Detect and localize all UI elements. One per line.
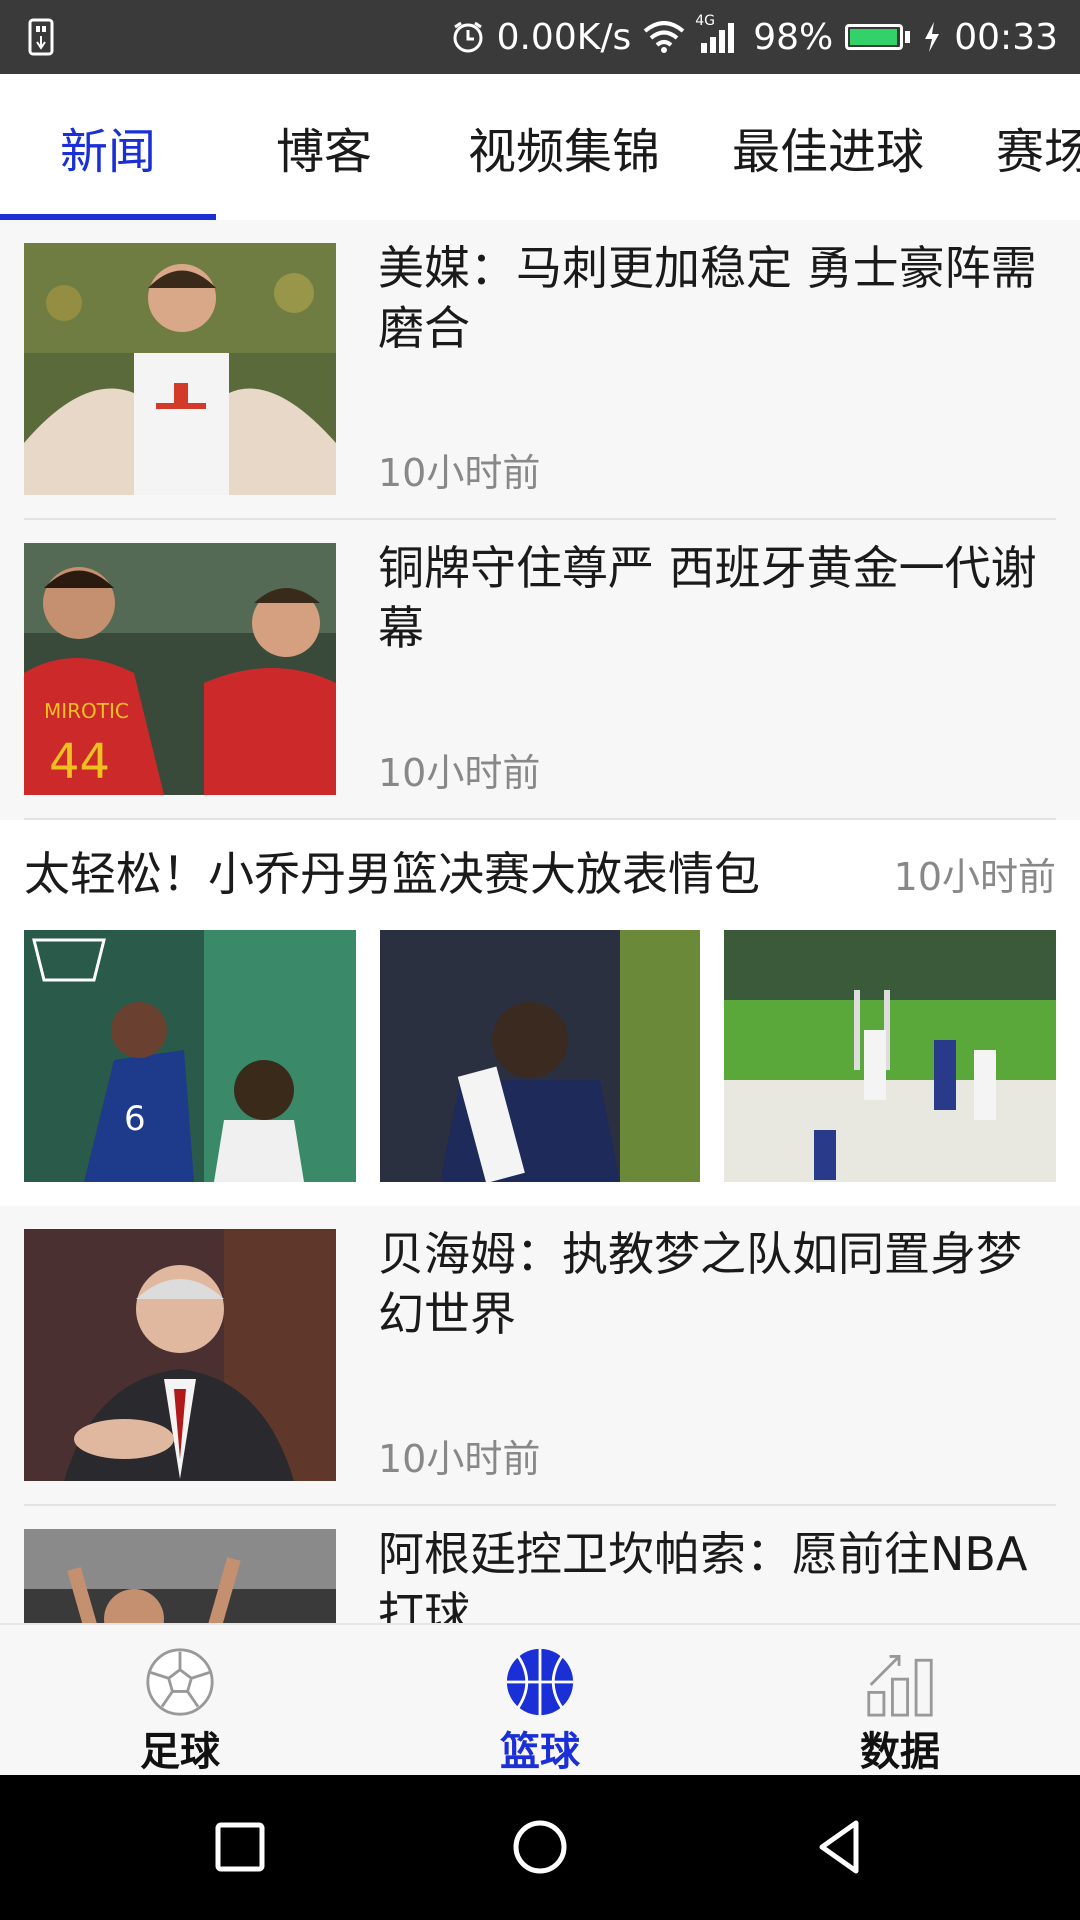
tab-best-goals[interactable]: 最佳进球 (732, 74, 924, 220)
svg-text:44: 44 (49, 734, 110, 790)
battery-percent: 98% (753, 16, 834, 58)
news-thumbnail: MIROTIC 44 (24, 543, 336, 795)
news-item[interactable]: 贝海姆：执教梦之队如同置身梦幻世界 10小时前 (0, 1206, 1080, 1506)
network-type: 4G (695, 13, 715, 29)
usb-icon (28, 18, 54, 56)
home-button[interactable] (508, 1815, 572, 1879)
nav-football[interactable]: 足球 (0, 1625, 360, 1777)
news-time: 10小时前 (378, 1437, 541, 1481)
news-title[interactable]: 贝海姆：执教梦之队如同置身梦幻世界 (378, 1224, 1060, 1344)
news-thumbnail (24, 1529, 336, 1623)
tab-news[interactable]: 新闻 (60, 74, 156, 220)
gallery-image[interactable] (724, 930, 1056, 1182)
battery-icon (845, 24, 911, 50)
news-title[interactable]: 美媒：马刺更加稳定 勇士豪阵需磨合 (378, 238, 1060, 358)
network-speed: 0.00K/s (496, 16, 632, 58)
nav-data[interactable]: 数据 (720, 1625, 1080, 1777)
clock: 00:33 (954, 16, 1058, 58)
tab-arena[interactable]: 赛场 (996, 74, 1080, 220)
news-item[interactable]: 阿根廷控卫坎帕索：愿前往NBA打球 (0, 1506, 1080, 1623)
category-tabs: 新闻 博客 视频集锦 最佳进球 赛场 (0, 74, 1080, 222)
basketball-icon (506, 1648, 574, 1716)
signal-icon: 4G (695, 13, 741, 55)
status-bar: 0.00K/s 4G 98% 00:33 (0, 0, 1080, 74)
nav-label: 足球 (140, 1729, 220, 1775)
news-time: 10小时前 (378, 751, 541, 795)
back-button[interactable] (808, 1815, 872, 1879)
alarm-icon (451, 20, 485, 54)
news-feed[interactable]: 美媒：马刺更加稳定 勇士豪阵需磨合 10小时前 MIROTIC 44 铜牌守住尊… (0, 220, 1080, 1623)
gallery-image[interactable] (380, 930, 700, 1182)
recent-apps-button[interactable] (208, 1815, 272, 1879)
svg-text:MIROTIC: MIROTIC (44, 699, 129, 723)
news-item[interactable]: MIROTIC 44 铜牌守住尊严 西班牙黄金一代谢幕 10小时前 (0, 520, 1080, 820)
bottom-navigation: 足球 篮球 数据 (0, 1623, 1080, 1777)
wifi-icon (643, 21, 685, 53)
gallery-title[interactable]: 太轻松！小乔丹男篮决赛大放表情包 (24, 838, 760, 904)
tab-video-highlights[interactable]: 视频集锦 (468, 74, 660, 220)
news-thumbnail (24, 243, 336, 495)
gallery-news-item[interactable]: 太轻松！小乔丹男篮决赛大放表情包 10小时前 6 (0, 820, 1080, 1206)
svg-text:6: 6 (124, 1099, 146, 1139)
news-title[interactable]: 铜牌守住尊严 西班牙黄金一代谢幕 (378, 538, 1060, 658)
charging-icon (922, 20, 942, 54)
system-navigation-bar (0, 1775, 1080, 1920)
gallery-image[interactable]: 6 (24, 930, 356, 1182)
nav-label: 篮球 (500, 1729, 580, 1775)
nav-basketball[interactable]: 篮球 (360, 1625, 720, 1777)
battery-fill (850, 29, 898, 45)
news-title[interactable]: 阿根廷控卫坎帕索：愿前往NBA打球 (378, 1524, 1060, 1623)
news-thumbnail (24, 1229, 336, 1481)
news-item[interactable]: 美媒：马刺更加稳定 勇士豪阵需磨合 10小时前 (0, 220, 1080, 520)
tab-blog[interactable]: 博客 (276, 74, 372, 220)
nav-label: 数据 (860, 1729, 940, 1775)
bar-chart-icon (867, 1655, 933, 1717)
soccer-ball-icon (146, 1648, 214, 1716)
news-time: 10小时前 (378, 451, 541, 495)
gallery-time: 10小时前 (893, 855, 1056, 899)
